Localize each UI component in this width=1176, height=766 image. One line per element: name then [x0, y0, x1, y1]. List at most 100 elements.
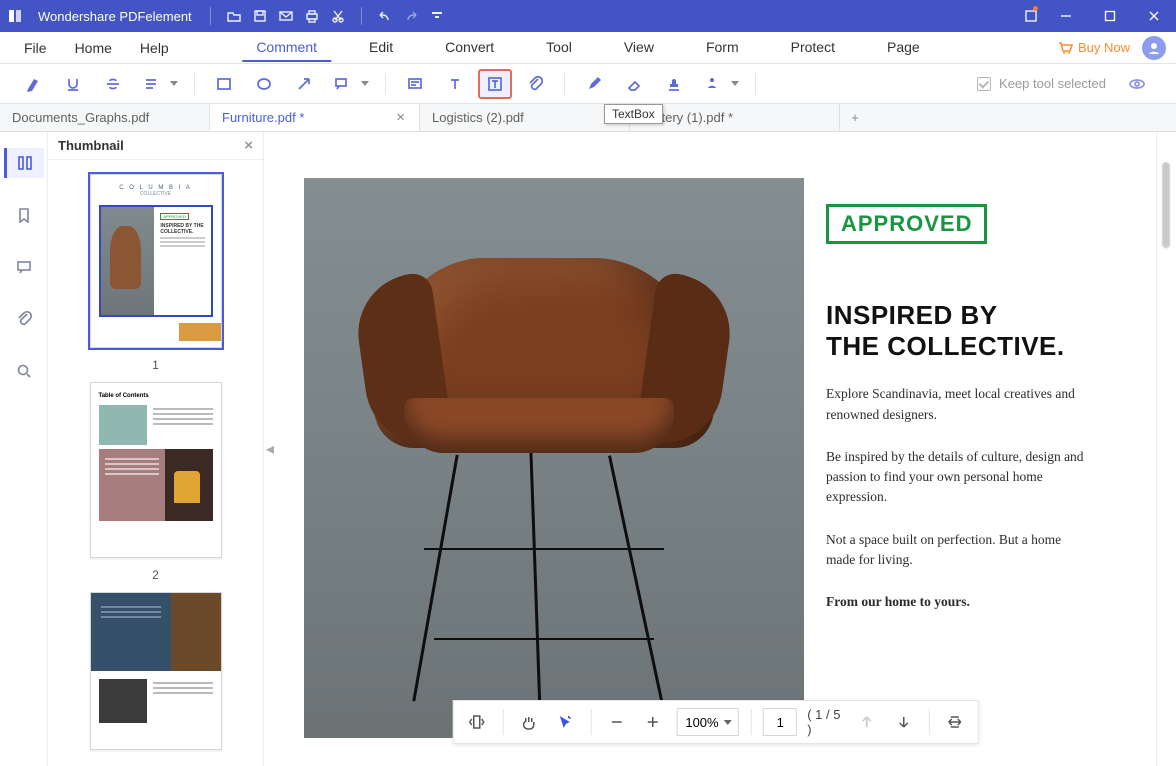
- undo-icon[interactable]: [372, 0, 398, 32]
- thumbnail-page-1[interactable]: C O L U M B I A COLLECTIVE APPROVED INSP…: [90, 174, 222, 348]
- document-page: APPROVED INSPIRED BY THE COLLECTIVE. Exp…: [304, 178, 1104, 738]
- menu-edit[interactable]: Edit: [355, 34, 407, 62]
- tooltip: TextBox: [604, 104, 663, 124]
- mail-icon[interactable]: [273, 0, 299, 32]
- previous-page-button[interactable]: [854, 707, 881, 737]
- oval-tool[interactable]: [247, 69, 281, 99]
- typewriter-tool[interactable]: [438, 69, 472, 99]
- open-icon[interactable]: [221, 0, 247, 32]
- title-bar: Wondershare PDFelement: [0, 0, 1176, 32]
- menu-help[interactable]: Help: [126, 35, 183, 61]
- zoom-in-button[interactable]: [640, 707, 667, 737]
- doc-tab-label: Documents_Graphs.pdf: [12, 110, 149, 125]
- menu-home[interactable]: Home: [61, 35, 126, 61]
- collapse-panel-handle[interactable]: ◂: [264, 439, 276, 459]
- user-icon: [1147, 41, 1161, 55]
- workspace: Thumbnail × C O L U M B I A COLLECTIVE A…: [0, 132, 1176, 766]
- underline-tool[interactable]: [56, 69, 90, 99]
- hand-tool-button[interactable]: [515, 707, 542, 737]
- menu-bar: File Home Help Comment Edit Convert Tool…: [0, 32, 1176, 64]
- page-canvas[interactable]: APPROVED INSPIRED BY THE COLLECTIVE. Exp…: [276, 132, 1156, 766]
- thumbnail-page-3[interactable]: [90, 592, 222, 750]
- pen-tool[interactable]: [577, 69, 611, 99]
- thumbnail-number: 2: [152, 568, 159, 582]
- menu-tool[interactable]: Tool: [532, 34, 586, 62]
- page-heading: INSPIRED BY THE COLLECTIVE.: [826, 300, 1084, 362]
- page-image: [304, 178, 804, 738]
- rectangle-tool[interactable]: [207, 69, 241, 99]
- vertical-scrollbar[interactable]: [1156, 132, 1176, 766]
- document-tabs: Documents_Graphs.pdf Furniture.pdf * × L…: [0, 104, 1176, 132]
- redo-icon[interactable]: [398, 0, 424, 32]
- eraser-tool[interactable]: [617, 69, 651, 99]
- signature-tool[interactable]: [697, 69, 743, 99]
- toggle-visibility-tool[interactable]: [1120, 69, 1154, 99]
- thumbnail-panel: Thumbnail × C O L U M B I A COLLECTIVE A…: [48, 132, 264, 766]
- text-format-tool[interactable]: [136, 69, 182, 99]
- arrow-tool[interactable]: [287, 69, 321, 99]
- add-tab-button[interactable]: +: [840, 104, 870, 131]
- menu-view[interactable]: View: [610, 34, 668, 62]
- select-tool-button[interactable]: [552, 707, 579, 737]
- thumbnail-number: 1: [152, 358, 159, 372]
- close-tab-icon[interactable]: ×: [394, 109, 407, 126]
- left-rail: [0, 132, 48, 766]
- page-paragraph: Be inspired by the details of culture, d…: [826, 447, 1084, 508]
- menu-convert[interactable]: Convert: [431, 34, 508, 62]
- attachment-tool[interactable]: [518, 69, 552, 99]
- notification-icon[interactable]: [1018, 0, 1044, 32]
- textbox-tool[interactable]: [478, 69, 512, 99]
- app-name: Wondershare PDFelement: [30, 9, 200, 24]
- zoom-out-button[interactable]: [603, 707, 630, 737]
- menu-file[interactable]: File: [10, 35, 61, 61]
- buy-now-link[interactable]: Buy Now: [1057, 40, 1130, 56]
- highlight-tool[interactable]: [16, 69, 50, 99]
- window-maximize-button[interactable]: [1088, 0, 1132, 32]
- doc-tab[interactable]: Logistics (2).pdf: [420, 104, 630, 131]
- sticky-note-tool[interactable]: [398, 69, 432, 99]
- shape-callout-tool[interactable]: [327, 69, 373, 99]
- menu-comment[interactable]: Comment: [242, 34, 331, 62]
- menu-page[interactable]: Page: [873, 34, 934, 62]
- cart-icon: [1057, 40, 1073, 56]
- page-number-input[interactable]: [763, 708, 797, 736]
- rail-comments[interactable]: [4, 252, 44, 282]
- checkbox-icon: [977, 77, 991, 91]
- doc-tab[interactable]: Furniture.pdf * ×: [210, 104, 420, 131]
- page-controls: 100% ( 1 / 5 ): [453, 700, 979, 744]
- zoom-select[interactable]: 100%: [676, 708, 738, 736]
- print-icon[interactable]: [299, 0, 325, 32]
- menu-form[interactable]: Form: [692, 34, 753, 62]
- window-minimize-button[interactable]: [1044, 0, 1088, 32]
- page-count: ( 1 / 5 ): [807, 707, 843, 737]
- keep-tool-selected[interactable]: Keep tool selected: [977, 76, 1106, 91]
- scroll-mode-button[interactable]: [464, 707, 491, 737]
- page-paragraph: Not a space built on perfection. But a h…: [826, 530, 1084, 571]
- rail-attachments[interactable]: [4, 304, 44, 334]
- approved-stamp[interactable]: APPROVED: [826, 204, 987, 244]
- rail-thumbnails[interactable]: [4, 148, 44, 178]
- strikethrough-tool[interactable]: [96, 69, 130, 99]
- stamp-tool[interactable]: [657, 69, 691, 99]
- menu-protect[interactable]: Protect: [777, 34, 849, 62]
- rail-search[interactable]: [4, 356, 44, 386]
- doc-tab[interactable]: Documents_Graphs.pdf: [0, 104, 210, 131]
- user-avatar[interactable]: [1142, 36, 1166, 60]
- keep-tool-label: Keep tool selected: [999, 76, 1106, 91]
- thumbnail-title: Thumbnail: [58, 138, 124, 153]
- doc-tab-label: Furniture.pdf *: [222, 110, 304, 125]
- quick-menu-icon[interactable]: [424, 0, 450, 32]
- rail-bookmarks[interactable]: [4, 200, 44, 230]
- page-paragraph: From our home to yours.: [826, 592, 1084, 612]
- save-icon[interactable]: [247, 0, 273, 32]
- buy-now-label: Buy Now: [1078, 40, 1130, 55]
- next-page-button[interactable]: [890, 707, 917, 737]
- app-logo-icon: [0, 0, 30, 32]
- thumbnail-page-2[interactable]: Table of Contents: [90, 382, 222, 558]
- close-panel-icon[interactable]: ×: [244, 137, 253, 154]
- cut-icon[interactable]: [325, 0, 351, 32]
- comment-toolbar: Keep tool selected TextBox: [0, 64, 1176, 104]
- window-close-button[interactable]: [1132, 0, 1176, 32]
- page-paragraph: Explore Scandinavia, meet local creative…: [826, 384, 1084, 425]
- fit-width-button[interactable]: [942, 707, 969, 737]
